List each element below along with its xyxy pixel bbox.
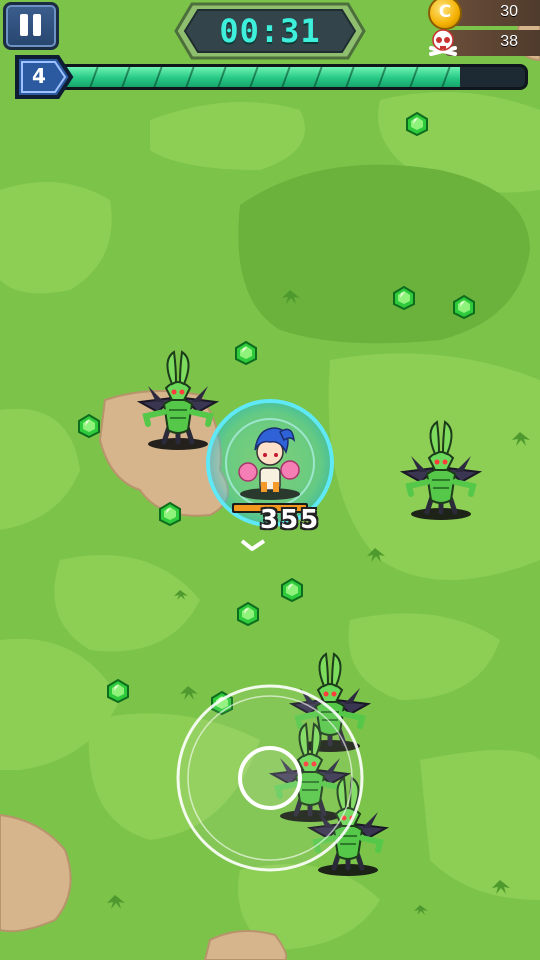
damage-popup: 355 bbox=[260, 505, 321, 535]
timer-text: 00:31 bbox=[219, 12, 321, 50]
gem-icon bbox=[237, 602, 259, 626]
gem-icon bbox=[281, 578, 303, 602]
gem-icon bbox=[235, 341, 257, 365]
level-badge: 4 bbox=[14, 54, 74, 100]
xp-progress-bar bbox=[58, 64, 528, 90]
gem-icon bbox=[107, 679, 129, 703]
level-number: 4 bbox=[32, 64, 46, 88]
pause-button[interactable] bbox=[3, 2, 59, 50]
game-field[interactable] bbox=[0, 0, 540, 960]
gem-icon bbox=[453, 295, 475, 319]
coin-icon bbox=[428, 0, 462, 30]
kill-counter: 38 bbox=[429, 29, 540, 56]
coin-counter: 30 bbox=[428, 0, 540, 30]
gem-icon bbox=[78, 414, 100, 438]
skull-icon bbox=[429, 29, 457, 56]
joystick-knob[interactable] bbox=[238, 746, 302, 810]
kill-count: 38 bbox=[500, 33, 518, 50]
xp-progress-fill bbox=[61, 67, 461, 87]
pause-icon bbox=[20, 14, 28, 36]
gem-icon bbox=[159, 502, 181, 526]
virtual-joystick[interactable] bbox=[176, 684, 364, 872]
coin-count: 30 bbox=[500, 3, 518, 20]
gem-icon bbox=[393, 286, 415, 310]
gem-icon bbox=[406, 112, 428, 136]
survival-timer: 00:31 bbox=[174, 2, 366, 60]
